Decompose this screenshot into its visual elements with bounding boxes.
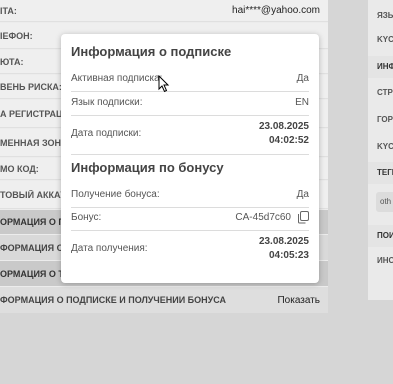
active-subscription-value: Да — [296, 73, 309, 84]
subscription-language-value: EN — [295, 97, 309, 108]
right-row: ИНФ — [368, 56, 393, 78]
subscription-time: 04:02:52 — [268, 135, 309, 146]
right-row: СТР — [377, 88, 393, 97]
subscription-date: 23.08.2025 — [258, 121, 309, 132]
received-date: 23.08.2025 — [258, 236, 309, 247]
subscription-bonus-label: ФОРМАЦИЯ О ПОДПИСКЕ И ПОЛУЧЕНИИ БОНУСА — [0, 295, 227, 305]
received-date-value: 23.08.2025 04:05:23 — [259, 235, 309, 263]
email-label: ITA: — [0, 5, 17, 16]
received-date-row: Дата получения: 23.08.2025 04:05:23 — [71, 233, 309, 266]
copy-icon[interactable] — [297, 211, 309, 224]
received-date-label: Дата получения: — [71, 243, 148, 254]
bonus-received-row: Получение бонуса: Да — [71, 186, 309, 208]
right-row: KYC — [377, 142, 393, 151]
active-subscription-row: Активная подписка: Да — [71, 71, 309, 92]
currency-label: ЮТА: — [0, 56, 24, 67]
bonus-label: Бонус: — [71, 212, 102, 223]
show-button[interactable]: Показать — [277, 295, 320, 306]
subscription-title: Информация о подписке — [71, 44, 232, 59]
bonus-value: CA-45d7c60 — [235, 212, 291, 223]
subscription-language-row: Язык подписки: EN — [71, 94, 309, 116]
promo-code-label: МО КОД: — [0, 163, 39, 174]
risk-level-label: ВЕНЬ РИСКА: — [0, 81, 62, 92]
email-value: hai****@yahoo.com — [232, 5, 320, 16]
subscription-date-value: 23.08.2025 04:02:52 — [259, 120, 309, 148]
phone-label: ІЕФОН: — [0, 30, 33, 41]
test-account-label: ТОВЫЙ АККАУ — [0, 189, 66, 200]
bonus-received-label: Получение бонуса: — [71, 189, 160, 200]
timezone-label: МЕННАЯ ЗОН — [0, 137, 61, 148]
bonus-title: Информация по бонусу — [71, 160, 224, 175]
active-subscription-label: Активная подписка: — [71, 73, 163, 84]
mouse-cursor-icon — [158, 75, 170, 93]
right-row: ПОИС — [368, 225, 393, 247]
right-row: ИНС — [377, 256, 393, 265]
subscription-popup: Информация о подписке Активная подписка:… — [61, 34, 319, 283]
right-row: ЯЗЫ — [377, 11, 393, 20]
bonus-row: Бонус: CA-45d7c60 — [71, 209, 309, 231]
right-row: KYC — [377, 35, 393, 44]
received-time: 04:05:23 — [268, 250, 309, 261]
subscription-date-row: Дата подписки: 23.08.2025 04:02:52 — [71, 117, 309, 155]
section-label: ОРМАЦИЯ О П — [0, 217, 65, 227]
section-label: ФОРМАЦИЯ О — [0, 242, 64, 253]
subscription-date-label: Дата подписки: — [71, 128, 142, 139]
subscription-bonus-row: ФОРМАЦИЯ О ПОДПИСКЕ И ПОЛУЧЕНИИ БОНУСА П… — [0, 287, 328, 313]
tag-chip[interactable]: oth — [376, 192, 393, 212]
subscription-language-label: Язык подписки: — [71, 97, 143, 108]
section-label: ОРМАЦИЯ О Т — [0, 268, 64, 279]
right-row: ТЕГИ — [368, 162, 393, 184]
email-row: ITA: hai****@yahoo.com — [0, 0, 328, 22]
bonus-received-value: Да — [296, 189, 309, 200]
registration-label: А РЕГИСТРАЦ — [0, 108, 63, 119]
right-row: ГОР — [377, 115, 393, 124]
